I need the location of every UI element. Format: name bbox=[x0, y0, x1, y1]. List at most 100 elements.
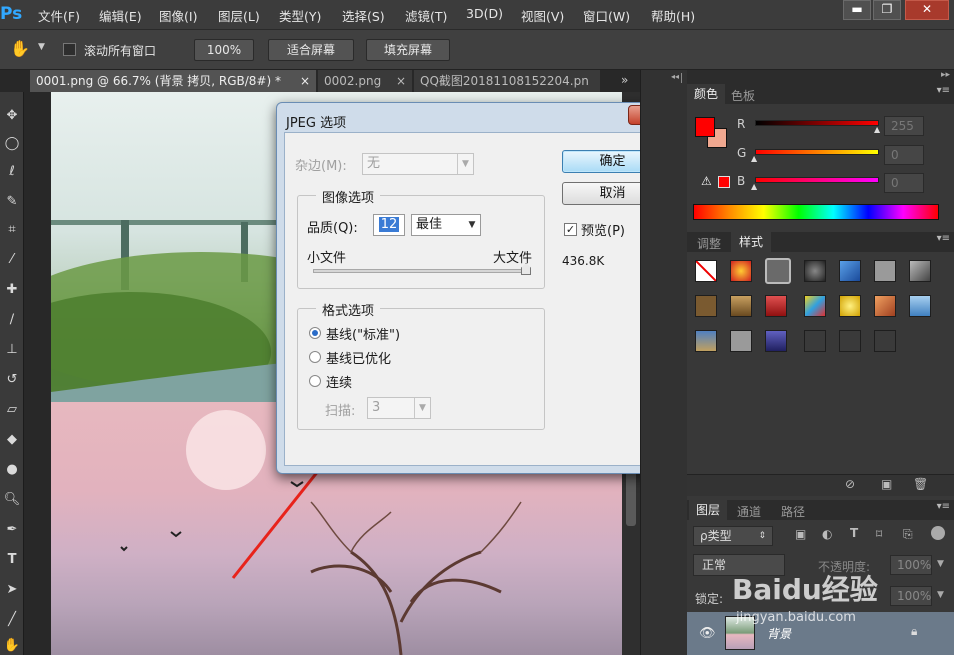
panel-expand-icon[interactable]: ▸▸ bbox=[941, 70, 950, 80]
tab-close-icon[interactable]: × bbox=[300, 70, 310, 92]
tab-paths[interactable]: 路径 bbox=[781, 503, 805, 520]
tab-0002[interactable]: 0002.png × bbox=[318, 70, 412, 92]
close-window-button[interactable]: ✕ bbox=[905, 0, 949, 20]
panel-menu-icon[interactable]: ▾≡ bbox=[937, 233, 950, 244]
restore-button[interactable]: ❐ bbox=[873, 0, 901, 20]
fill-input[interactable]: 100% bbox=[890, 586, 932, 606]
g-value-input[interactable]: 0 bbox=[884, 145, 924, 165]
tab-styles[interactable]: 样式 bbox=[731, 232, 771, 252]
gamut-color-swatch[interactable] bbox=[718, 176, 730, 188]
style-swatch-13[interactable] bbox=[874, 295, 896, 317]
tool-preset-chevron-icon[interactable]: ▼ bbox=[38, 42, 45, 52]
history-brush-tool-icon[interactable]: ↺ bbox=[2, 370, 22, 390]
menu-layer[interactable]: 图层(L) bbox=[218, 6, 260, 25]
layer-filter-select[interactable]: ρ类型 ⇕ bbox=[693, 526, 773, 546]
menu-type[interactable]: 类型(Y) bbox=[279, 6, 321, 25]
paint-bucket-tool-icon[interactable]: ◆ bbox=[2, 430, 22, 450]
tab-close-icon[interactable]: × bbox=[396, 70, 406, 92]
menu-3d[interactable]: 3D(D) bbox=[466, 6, 503, 21]
menu-file[interactable]: 文件(F) bbox=[38, 6, 80, 25]
pen-tool-icon[interactable]: ✒ bbox=[2, 520, 22, 540]
chevron-down-icon[interactable]: ▼ bbox=[937, 559, 944, 569]
style-swatch-19[interactable] bbox=[839, 330, 861, 352]
filter-toggle-icon[interactable] bbox=[931, 526, 945, 540]
g-slider[interactable] bbox=[755, 149, 879, 155]
hand-tool-icon[interactable]: ✋ bbox=[2, 636, 22, 655]
style-swatch-7[interactable] bbox=[909, 260, 931, 282]
style-swatch-15[interactable] bbox=[695, 330, 717, 352]
scans-select[interactable]: 3 ▼ bbox=[367, 397, 431, 419]
line-tool-icon[interactable]: ╱ bbox=[2, 610, 22, 630]
style-none-swatch[interactable] bbox=[695, 260, 717, 282]
fill-screen-button[interactable]: 填充屏幕 bbox=[366, 39, 450, 61]
menu-filter[interactable]: 滤镜(T) bbox=[405, 6, 447, 25]
marquee-tool-icon[interactable]: ◯ bbox=[2, 134, 22, 154]
quick-select-tool-icon[interactable]: ✎ bbox=[2, 192, 22, 212]
menu-edit[interactable]: 编辑(E) bbox=[99, 6, 142, 25]
zoom-100-button[interactable]: 100% bbox=[194, 39, 254, 61]
fit-screen-button[interactable]: 适合屏幕 bbox=[268, 39, 354, 61]
b-slider-thumb[interactable]: ▲ bbox=[751, 182, 757, 191]
tab-swatches[interactable]: 色板 bbox=[731, 87, 755, 104]
chevron-down-icon[interactable]: ▼ bbox=[937, 590, 944, 600]
blend-mode-select[interactable]: 正常 bbox=[693, 554, 785, 576]
g-slider-thumb[interactable]: ▲ bbox=[751, 154, 757, 163]
delete-style-icon[interactable]: 🗑︎ bbox=[913, 477, 928, 491]
filter-smart-object-icon[interactable]: ⎘ bbox=[903, 527, 913, 542]
menu-select[interactable]: 选择(S) bbox=[342, 6, 385, 25]
gamut-warning-icon[interactable]: ⚠ bbox=[701, 174, 712, 188]
style-swatch-14[interactable] bbox=[909, 295, 931, 317]
menu-view[interactable]: 视图(V) bbox=[521, 6, 564, 25]
tabs-overflow-icon[interactable]: » bbox=[621, 73, 628, 87]
new-style-icon[interactable]: ▣ bbox=[881, 477, 892, 491]
style-swatch-4[interactable] bbox=[804, 260, 826, 282]
clone-stamp-tool-icon[interactable]: ⊥ bbox=[2, 340, 22, 360]
eraser-tool-icon[interactable]: ▱ bbox=[2, 400, 22, 420]
tab-qq-screenshot[interactable]: QQ截图20181108152204.pn bbox=[414, 70, 600, 92]
filter-type-icon[interactable]: T bbox=[850, 526, 858, 540]
style-swatch-11[interactable] bbox=[804, 295, 826, 317]
quality-input[interactable]: 12 bbox=[373, 214, 405, 236]
brush-tool-icon[interactable]: ∕ bbox=[2, 310, 22, 330]
eye-icon[interactable]: 👁︎ bbox=[699, 626, 716, 641]
dodge-tool-icon[interactable]: 🔍︎ bbox=[2, 490, 22, 510]
style-swatch-9[interactable] bbox=[730, 295, 752, 317]
style-swatch-2[interactable] bbox=[730, 260, 752, 282]
preview-checkbox[interactable]: ✓ bbox=[564, 223, 577, 236]
panel-menu-icon[interactable]: ▾≡ bbox=[937, 85, 950, 96]
type-tool-icon[interactable]: T bbox=[2, 550, 22, 570]
tab-color[interactable]: 颜色 bbox=[687, 84, 725, 104]
progressive-radio[interactable] bbox=[309, 375, 321, 387]
style-swatch-10[interactable] bbox=[765, 295, 787, 317]
eyedropper-tool-icon[interactable]: ⁄ bbox=[2, 250, 22, 270]
move-tool-icon[interactable]: ✥ bbox=[2, 106, 22, 126]
style-swatch-8[interactable] bbox=[695, 295, 717, 317]
hand-icon[interactable]: ✋ bbox=[10, 39, 30, 58]
b-value-input[interactable]: 0 bbox=[884, 173, 924, 193]
layer-row-background[interactable]: 👁︎ 背景 🔒︎ bbox=[687, 612, 954, 655]
crop-tool-icon[interactable]: ⌗ bbox=[2, 220, 22, 240]
style-swatch-16[interactable] bbox=[730, 330, 752, 352]
b-slider[interactable] bbox=[755, 177, 879, 183]
filter-shape-icon[interactable]: ⌑ bbox=[876, 527, 882, 541]
style-swatch-6[interactable] bbox=[874, 260, 896, 282]
color-spectrum-ramp[interactable] bbox=[693, 204, 939, 220]
filter-adjustment-icon[interactable]: ◐ bbox=[822, 527, 832, 541]
scroll-all-checkbox[interactable] bbox=[63, 43, 76, 56]
quality-slider-track[interactable] bbox=[313, 269, 529, 273]
matte-select[interactable]: 无 ▼ bbox=[362, 153, 474, 175]
style-swatch-17[interactable] bbox=[765, 330, 787, 352]
lasso-tool-icon[interactable]: ℓ bbox=[2, 162, 22, 182]
style-swatch-5[interactable] bbox=[839, 260, 861, 282]
style-swatch-18[interactable] bbox=[804, 330, 826, 352]
clear-style-icon[interactable]: ⊘ bbox=[845, 477, 855, 491]
baseline-optimized-radio[interactable] bbox=[309, 351, 321, 363]
baseline-standard-radio[interactable] bbox=[309, 327, 321, 339]
style-swatch-12[interactable] bbox=[839, 295, 861, 317]
r-slider-thumb[interactable]: ▲ bbox=[874, 125, 880, 134]
tab-adjustments[interactable]: 调整 bbox=[697, 235, 721, 252]
menu-image[interactable]: 图像(I) bbox=[159, 6, 197, 25]
opacity-input[interactable]: 100% bbox=[890, 555, 932, 575]
r-slider[interactable] bbox=[755, 120, 879, 126]
collapse-arrows-icon[interactable]: ◂◂ bbox=[671, 72, 679, 81]
